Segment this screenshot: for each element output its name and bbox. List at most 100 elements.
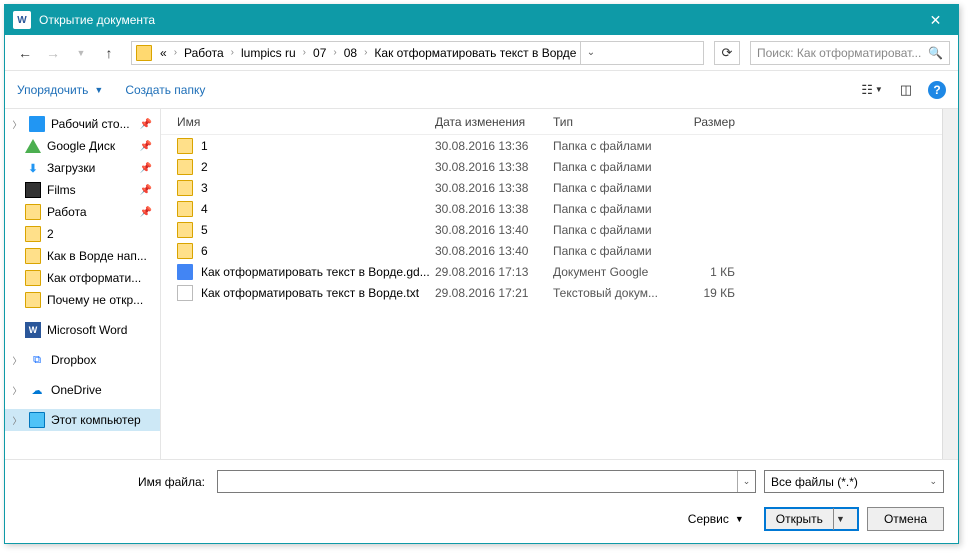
- column-headers: Имя Дата изменения Тип Размер: [161, 109, 942, 135]
- sidebar-item[interactable]: Как отформати...: [5, 267, 160, 289]
- gdoc-icon: [177, 264, 193, 280]
- sidebar-item[interactable]: Google Диск 📌: [5, 135, 160, 157]
- file-date: 29.08.2016 17:13: [435, 265, 553, 279]
- scrollbar[interactable]: [942, 109, 958, 459]
- breadcrumb-item[interactable]: 07: [311, 46, 328, 60]
- file-row[interactable]: 330.08.2016 13:38Папка с файлами: [161, 177, 942, 198]
- file-type: Документ Google: [553, 265, 675, 279]
- breadcrumb-item[interactable]: lumpics ru: [239, 46, 298, 60]
- search-placeholder: Поиск: Как отформатироват...: [757, 46, 921, 60]
- organize-label: Упорядочить: [17, 83, 88, 97]
- collapse-icon: 〉: [11, 384, 23, 397]
- file-type: Папка с файлами: [553, 181, 675, 195]
- file-date: 30.08.2016 13:36: [435, 139, 553, 153]
- toolbar: Упорядочить ▼ Создать папку ☷ ▼ ◫ ?: [5, 71, 958, 109]
- dropbox-icon: ⧉: [29, 352, 45, 368]
- col-size[interactable]: Размер: [675, 115, 735, 129]
- new-folder-button[interactable]: Создать папку: [125, 83, 205, 97]
- breadcrumb-item[interactable]: 08: [342, 46, 359, 60]
- sidebar-label: Films: [47, 183, 76, 197]
- gdrive-icon: [25, 139, 41, 153]
- pin-icon: 📌: [140, 141, 152, 152]
- file-date: 30.08.2016 13:38: [435, 202, 553, 216]
- sidebar-item[interactable]: 〉⧉Dropbox: [5, 349, 160, 371]
- sidebar-item[interactable]: 〉 ☁ OneDrive: [5, 379, 160, 401]
- footer: Имя файла: ⌄ Все файлы (*.*) ⌄ Сервис ▼ …: [5, 459, 958, 543]
- file-row[interactable]: 630.08.2016 13:40Папка с файлами: [161, 240, 942, 261]
- file-date: 30.08.2016 13:38: [435, 160, 553, 174]
- filename-label: Имя файла:: [19, 475, 209, 489]
- chevron-down-icon: ▼: [735, 514, 744, 524]
- sidebar-item[interactable]: Films📌: [5, 179, 160, 201]
- breadcrumb[interactable]: « › Работа › lumpics ru › 07 › 08 › Как …: [131, 41, 704, 65]
- view-options-button[interactable]: ☷ ▼: [860, 79, 884, 101]
- help-button[interactable]: ?: [928, 81, 946, 99]
- col-name[interactable]: Имя: [177, 115, 435, 129]
- sidebar-item[interactable]: Работа 📌: [5, 201, 160, 223]
- file-type-filter[interactable]: Все файлы (*.*) ⌄: [764, 470, 944, 493]
- forward-button[interactable]: →: [41, 41, 65, 65]
- sidebar-item[interactable]: 〉Этот компьютер: [5, 409, 160, 431]
- file-row[interactable]: 230.08.2016 13:38Папка с файлами: [161, 156, 942, 177]
- breadcrumb-ellipsis[interactable]: «: [158, 46, 169, 60]
- file-row[interactable]: 130.08.2016 13:36Папка с файлами: [161, 135, 942, 156]
- sidebar-label: Как в Ворде нап...: [47, 249, 147, 263]
- filename-dropdown[interactable]: ⌄: [737, 471, 755, 492]
- sidebar-label: OneDrive: [51, 383, 102, 397]
- search-input[interactable]: Поиск: Как отформатироват... 🔍: [750, 41, 950, 65]
- file-date: 30.08.2016 13:40: [435, 244, 553, 258]
- sidebar-label: Загрузки: [47, 161, 95, 175]
- breadcrumb-item[interactable]: Работа: [182, 46, 226, 60]
- sidebar-item[interactable]: ⬇ Загрузки 📌: [5, 157, 160, 179]
- folder-icon: [177, 201, 193, 217]
- filename-input[interactable]: ⌄: [217, 470, 756, 493]
- file-row[interactable]: 530.08.2016 13:40Папка с файлами: [161, 219, 942, 240]
- col-date[interactable]: Дата изменения: [435, 115, 553, 129]
- file-date: 29.08.2016 17:21: [435, 286, 553, 300]
- open-split-dropdown[interactable]: ▼: [833, 508, 847, 530]
- chevron-right-icon: ›: [300, 47, 309, 58]
- file-date: 30.08.2016 13:38: [435, 181, 553, 195]
- sidebar-item[interactable]: W Microsoft Word: [5, 319, 160, 341]
- word-icon: W: [25, 322, 41, 338]
- file-row[interactable]: Как отформатировать текст в Ворде.txt29.…: [161, 282, 942, 303]
- preview-pane-button[interactable]: ◫: [894, 79, 918, 101]
- sidebar-label: Microsoft Word: [47, 323, 127, 337]
- file-size: 19 КБ: [675, 286, 735, 300]
- file-list[interactable]: 130.08.2016 13:36Папка с файлами230.08.2…: [161, 135, 942, 459]
- sidebar-label: Почему не откр...: [47, 293, 143, 307]
- pin-icon: 📌: [140, 207, 152, 218]
- close-button[interactable]: ✕: [913, 5, 958, 35]
- open-button[interactable]: Открыть ▼: [764, 507, 859, 531]
- file-name: 5: [201, 223, 208, 237]
- up-button[interactable]: ↑: [97, 41, 121, 65]
- sidebar-label: Google Диск: [47, 139, 115, 153]
- cancel-button[interactable]: Отмена: [867, 507, 944, 531]
- recent-dropdown[interactable]: ▼: [69, 41, 93, 65]
- file-row[interactable]: 430.08.2016 13:38Папка с файлами: [161, 198, 942, 219]
- sidebar-item[interactable]: Почему не откр...: [5, 289, 160, 311]
- breadcrumb-item[interactable]: Как отформатировать текст в Ворде: [372, 46, 578, 60]
- back-button[interactable]: ←: [13, 41, 37, 65]
- sidebar-item[interactable]: 〉Рабочий сто...📌: [5, 113, 160, 135]
- folder-icon: [177, 243, 193, 259]
- col-type[interactable]: Тип: [553, 115, 675, 129]
- sidebar-item[interactable]: 2: [5, 223, 160, 245]
- sidebar-label: 2: [47, 227, 54, 241]
- file-type: Папка с файлами: [553, 139, 675, 153]
- file-row[interactable]: Как отформатировать текст в Ворде.gd...2…: [161, 261, 942, 282]
- organize-button[interactable]: Упорядочить ▼: [17, 83, 103, 97]
- breadcrumb-dropdown[interactable]: ⌄: [580, 42, 600, 64]
- sidebar-label: Работа: [47, 205, 87, 219]
- refresh-button[interactable]: ⟳: [714, 41, 740, 65]
- file-type: Папка с файлами: [553, 160, 675, 174]
- pin-icon: 📌: [140, 163, 152, 174]
- sidebar-label: Рабочий сто...: [51, 117, 130, 131]
- download-icon: ⬇: [25, 160, 41, 176]
- chevron-right-icon: ›: [330, 47, 339, 58]
- sidebar-item[interactable]: Как в Ворде нап...: [5, 245, 160, 267]
- search-icon: 🔍: [928, 46, 943, 60]
- tools-button[interactable]: Сервис ▼: [688, 512, 744, 526]
- onedrive-icon: ☁: [29, 382, 45, 398]
- folder-icon: [177, 222, 193, 238]
